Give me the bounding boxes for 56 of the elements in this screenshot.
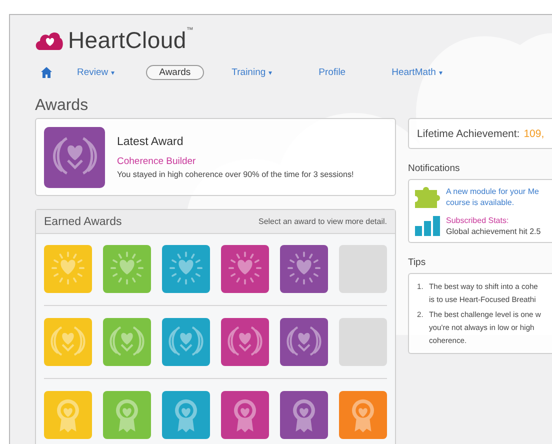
notifications-title: Notifications (408, 163, 461, 174)
nav-tab[interactable]: Profile (306, 64, 359, 80)
lifetime-value: 109, (524, 128, 544, 140)
award-badge[interactable] (103, 318, 151, 366)
heart-rings-icon (110, 326, 144, 356)
sun-heart-icon (170, 252, 202, 285)
notification-text: Global achievement hit 2.5 (446, 227, 541, 236)
award-badge[interactable] (103, 391, 151, 439)
puzzle-piece-icon (415, 186, 441, 208)
award-badge[interactable] (280, 318, 328, 366)
heart-rings-icon (168, 326, 204, 356)
nav-tab[interactable]: Awards (146, 64, 204, 80)
heart-rings-icon (286, 326, 322, 356)
card-heading: Latest Award (117, 136, 184, 148)
heart-rings-icon (50, 326, 86, 356)
award-badge[interactable] (44, 318, 92, 366)
notification-text[interactable]: A new module for your Me (446, 187, 539, 196)
notification-title: Subscribed Stats: (446, 216, 510, 225)
heart-cloud-logo-icon (35, 30, 63, 50)
ribbon-medal-icon (116, 399, 138, 432)
home-icon[interactable] (41, 66, 52, 78)
award-badge[interactable] (162, 318, 210, 366)
empty-award-slot (339, 245, 387, 293)
sun-heart-icon (52, 252, 84, 285)
heart-rings-icon (52, 137, 96, 174)
award-badge[interactable] (44, 391, 92, 439)
sun-heart-icon (228, 252, 262, 285)
award-badge[interactable] (339, 391, 387, 439)
award-description: You stayed in high coherence over 90% of the time for 3 sessions! (117, 170, 354, 178)
heart-rings-icon (228, 326, 262, 356)
ribbon-medal-icon (175, 399, 197, 432)
sun-heart-icon (288, 252, 320, 285)
award-badge[interactable] (280, 245, 328, 293)
panel-hint: Select an award to view more detail. (258, 217, 387, 226)
award-badge[interactable] (221, 391, 269, 439)
ribbon-medal-icon (57, 399, 79, 432)
sun-heart-icon (110, 252, 144, 285)
ribbon-medal-icon (293, 399, 315, 432)
empty-award-slot (339, 318, 387, 366)
award-badge[interactable] (162, 245, 210, 293)
award-badge[interactable] (221, 318, 269, 366)
award-badge[interactable] (44, 245, 92, 293)
bar-chart-icon (415, 216, 441, 236)
award-badge[interactable] (221, 245, 269, 293)
ribbon-medal-icon (352, 399, 374, 432)
award-badge[interactable] (280, 391, 328, 439)
ribbon-medal-icon (234, 399, 256, 432)
notification-text[interactable]: course is available. (446, 198, 539, 207)
panel-title: Earned Awards (44, 216, 122, 228)
brand-name: HeartCloud (68, 26, 186, 54)
award-name: Coherence Builder (117, 156, 197, 166)
award-badge[interactable] (103, 245, 151, 293)
lifetime-label: Lifetime Achievement: (417, 128, 520, 140)
tips-title: Tips (408, 257, 427, 268)
page-title: Awards (35, 97, 90, 116)
award-badge[interactable] (162, 391, 210, 439)
